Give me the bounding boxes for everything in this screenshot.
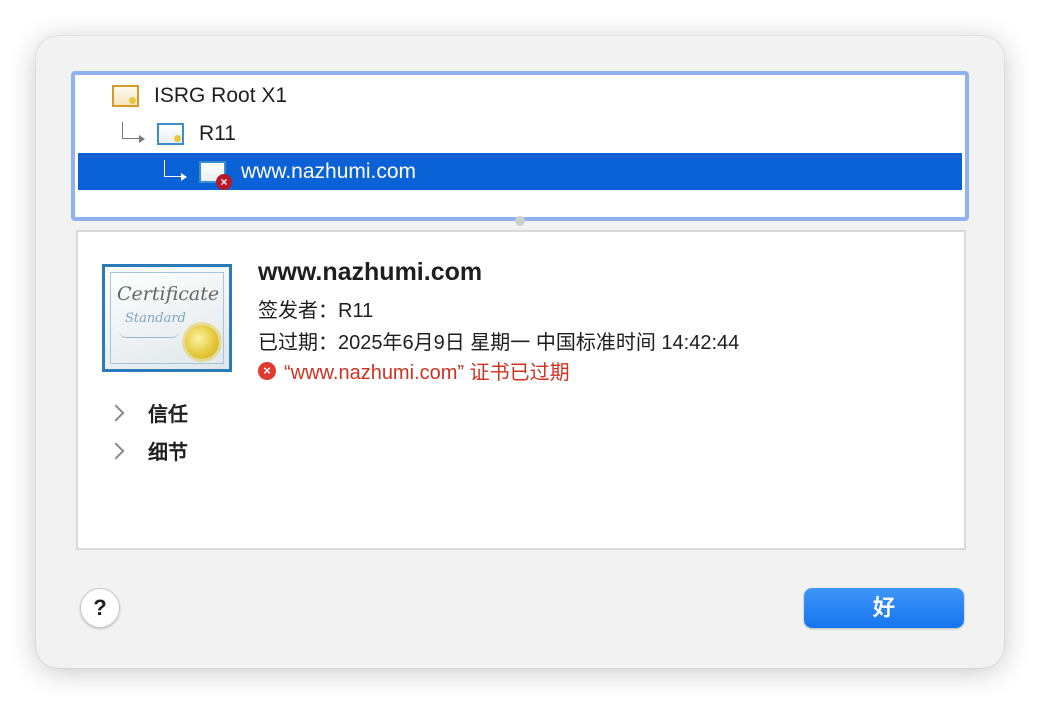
- chain-item-label: R11: [199, 121, 236, 145]
- trust-section-label: 信任: [148, 404, 188, 426]
- chain-item-label: www.nazhumi.com: [241, 159, 417, 183]
- certificate-detail-panel: Certificate Standard www.nazhumi.com 签发者…: [76, 230, 966, 550]
- ok-button[interactable]: 好: [804, 588, 964, 628]
- trust-section-toggle[interactable]: 信任: [107, 398, 188, 427]
- expiry-text: 已过期：2025年6月9日 星期一 中国标准时间 14:42:44: [258, 332, 740, 354]
- details-section-label: 细节: [148, 442, 188, 464]
- certificate-chain-list[interactable]: ISRG Root X1 R11 × www.nazhumi.com: [71, 71, 969, 221]
- hierarchy-arrow-icon: [164, 160, 187, 181]
- certificate-root-icon: [112, 84, 139, 107]
- chain-item-label: ISRG Root X1: [154, 83, 288, 107]
- error-message: × “www.nazhumi.com” 证书已过期: [258, 356, 570, 385]
- details-section-toggle[interactable]: 细节: [107, 436, 188, 465]
- chain-item-root[interactable]: ISRG Root X1: [78, 77, 962, 114]
- issuer-text: 签发者：R11: [258, 300, 374, 322]
- error-text: “www.nazhumi.com” 证书已过期: [284, 362, 570, 384]
- split-view-handle[interactable]: [515, 216, 525, 226]
- chevron-right-icon: [107, 442, 125, 459]
- chevron-right-icon: [107, 404, 125, 421]
- certificate-dialog: ISRG Root X1 R11 × www.nazhumi.com Certi…: [36, 36, 1004, 668]
- hierarchy-arrow-icon: [122, 122, 145, 143]
- error-icon: ×: [258, 361, 276, 380]
- certificate-intermediate-icon: [157, 122, 184, 145]
- help-button[interactable]: ?: [80, 588, 120, 628]
- chain-item-leaf[interactable]: × www.nazhumi.com: [78, 153, 962, 190]
- certificate-standard-icon: Certificate Standard: [102, 264, 232, 372]
- certificate-title: www.nazhumi.com: [258, 258, 483, 286]
- certificate-error-icon: ×: [199, 160, 232, 190]
- chain-item-intermediate[interactable]: R11: [78, 115, 962, 152]
